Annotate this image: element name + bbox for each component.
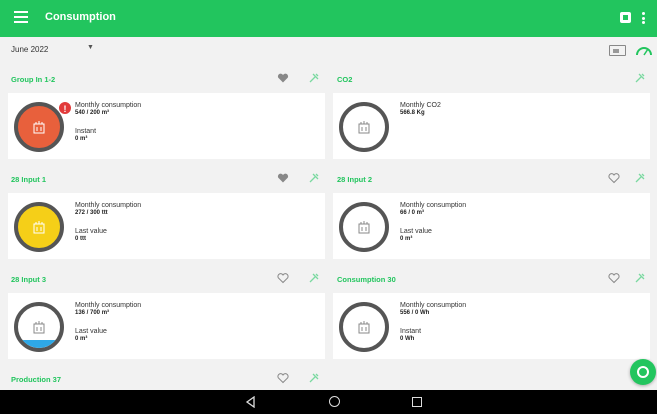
consumption-card[interactable]: Monthly CO2 566.8 Kg xyxy=(333,93,650,159)
primary-label: Monthly consumption xyxy=(400,202,467,209)
heart-filled-icon[interactable] xyxy=(277,72,289,84)
secondary-value: 0 m³ xyxy=(400,236,413,242)
settings-tool-icon[interactable] xyxy=(634,172,646,184)
more-vert-icon[interactable] xyxy=(642,12,645,24)
settings-tool-icon[interactable] xyxy=(308,372,320,384)
settings-tool-icon[interactable] xyxy=(634,272,646,284)
card-title[interactable]: Consumption 30 xyxy=(337,275,396,284)
meter-icon xyxy=(33,221,45,234)
menu-icon[interactable] xyxy=(14,11,28,25)
primary-value: 540 / 200 m³ xyxy=(75,110,110,116)
consumption-gauge xyxy=(339,102,389,152)
primary-label: Monthly consumption xyxy=(75,302,142,309)
card-info: Monthly consumption 540 / 200 m³ Instant… xyxy=(75,102,141,142)
primary-value: 66 / 0 m³ xyxy=(400,210,425,216)
alert-badge: ! xyxy=(58,101,72,115)
meter-icon xyxy=(358,121,370,134)
card-info: Monthly CO2 566.8 Kg xyxy=(400,102,441,116)
secondary-value: 0 m³ xyxy=(75,336,88,342)
card-info: Monthly consumption 556 / 0 Wh Instant 0… xyxy=(400,302,466,342)
consumption-gauge xyxy=(339,302,389,352)
secondary-label: Instant xyxy=(400,328,422,335)
back-icon[interactable] xyxy=(245,396,257,408)
secondary-value: 0 Wh xyxy=(400,336,415,342)
card-title[interactable]: CO2 xyxy=(337,75,352,84)
card-header-28-input-1: 28 Input 1 xyxy=(11,168,321,190)
card-title[interactable]: 28 Input 3 xyxy=(11,275,46,284)
card-info: Monthly consumption 136 / 700 m³ Last va… xyxy=(75,302,141,342)
month-selector[interactable]: June 2022 xyxy=(11,45,48,54)
secondary-label: Instant xyxy=(75,128,97,135)
home-icon[interactable] xyxy=(329,396,340,407)
filter-bar: June 2022 ▼ xyxy=(0,37,657,65)
consumption-card[interactable]: Monthly consumption 66 / 0 m³ Last value… xyxy=(333,193,650,259)
system-nav-bar xyxy=(0,390,657,414)
primary-label: Monthly consumption xyxy=(75,202,142,209)
secondary-label: Last value xyxy=(400,228,432,235)
primary-label: Monthly CO2 xyxy=(400,102,441,109)
heart-outline-icon[interactable] xyxy=(608,172,620,184)
primary-label: Monthly consumption xyxy=(400,302,467,309)
consumption-gauge xyxy=(339,202,389,252)
meter-icon xyxy=(33,121,45,134)
secondary-value: 0 m³ xyxy=(75,136,88,142)
card-header-28-input-3: 28 Input 3 xyxy=(11,268,321,290)
heart-filled-icon[interactable] xyxy=(277,172,289,184)
heart-outline-icon[interactable] xyxy=(608,272,620,284)
secondary-label: Last value xyxy=(75,228,107,235)
consumption-card[interactable]: Monthly consumption 136 / 700 m³ Last va… xyxy=(8,293,325,359)
consumption-card[interactable]: Monthly consumption 556 / 0 Wh Instant 0… xyxy=(333,293,650,359)
secondary-value: 0 ttt xyxy=(75,236,86,242)
bookmark-icon[interactable] xyxy=(620,12,631,23)
primary-value: 566.8 Kg xyxy=(400,110,425,116)
recent-apps-icon[interactable] xyxy=(412,397,422,407)
card-header-co2: CO2 xyxy=(337,68,647,90)
card-title[interactable]: Production 37 xyxy=(11,375,61,384)
display-mode-icon[interactable] xyxy=(609,45,626,56)
meter-icon xyxy=(33,321,45,334)
card-header-group-in-1-2: Group In 1-2 xyxy=(11,68,321,90)
app-bar: Consumption xyxy=(0,0,657,37)
card-title[interactable]: 28 Input 1 xyxy=(11,175,46,184)
consumption-card[interactable]: Monthly consumption 272 / 300 ttt Last v… xyxy=(8,193,325,259)
consumption-gauge xyxy=(14,302,64,352)
meter-icon xyxy=(358,221,370,234)
chevron-down-icon[interactable]: ▼ xyxy=(87,44,94,51)
consumption-gauge xyxy=(14,102,64,152)
page-title: Consumption xyxy=(45,11,116,23)
primary-value: 136 / 700 m³ xyxy=(75,310,110,316)
consumption-gauge xyxy=(14,202,64,252)
card-title[interactable]: Group In 1-2 xyxy=(11,75,55,84)
primary-value: 556 / 0 Wh xyxy=(400,310,430,316)
heart-outline-icon[interactable] xyxy=(277,272,289,284)
heart-outline-icon[interactable] xyxy=(277,372,289,384)
card-title[interactable]: 28 Input 2 xyxy=(337,175,372,184)
primary-label: Monthly consumption xyxy=(75,102,142,109)
card-header-production-37: Production 37 xyxy=(11,368,321,390)
gauge-level-fill xyxy=(18,340,60,348)
secondary-label: Last value xyxy=(75,328,107,335)
meter-icon xyxy=(358,321,370,334)
card-header-consumption-30: Consumption 30 xyxy=(337,268,647,290)
consumption-card[interactable]: ! Monthly consumption 540 / 200 m³ Insta… xyxy=(8,93,325,159)
fab-add-button[interactable] xyxy=(630,359,656,385)
settings-tool-icon[interactable] xyxy=(308,272,320,284)
card-header-28-input-2: 28 Input 2 xyxy=(337,168,647,190)
settings-tool-icon[interactable] xyxy=(308,72,320,84)
settings-tool-icon[interactable] xyxy=(634,72,646,84)
primary-value: 272 / 300 ttt xyxy=(75,210,108,216)
settings-tool-icon[interactable] xyxy=(308,172,320,184)
card-info: Monthly consumption 272 / 300 ttt Last v… xyxy=(75,202,141,242)
gauge-view-icon[interactable] xyxy=(635,44,653,56)
card-info: Monthly consumption 66 / 0 m³ Last value… xyxy=(400,202,466,242)
